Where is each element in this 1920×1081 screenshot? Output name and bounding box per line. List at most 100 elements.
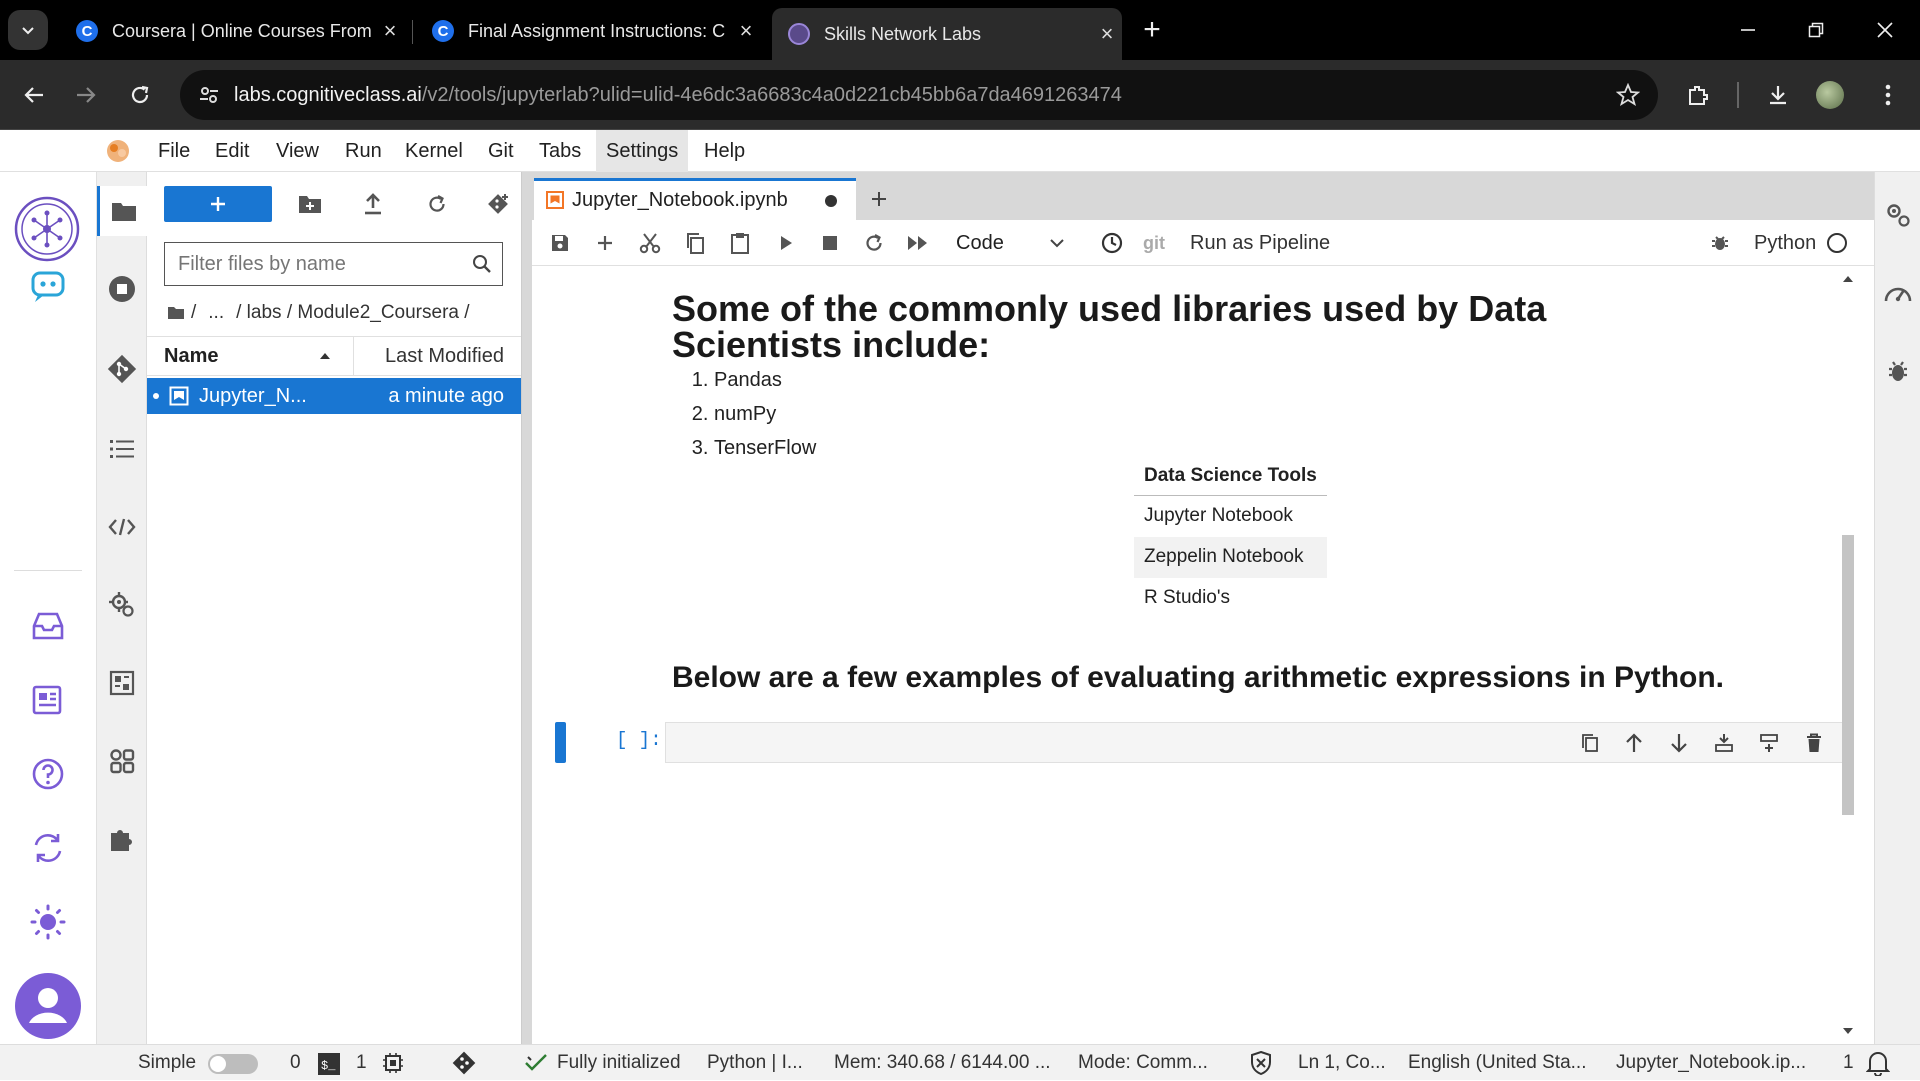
extension-manager-tab[interactable] — [97, 814, 147, 864]
cell-type-select[interactable]: Code — [944, 226, 1074, 260]
move-cell-down-button[interactable] — [1662, 727, 1696, 759]
new-tab-button[interactable]: + — [1132, 12, 1172, 48]
help-button[interactable] — [26, 752, 70, 796]
restore-window-button[interactable] — [1793, 10, 1839, 50]
kernel-count[interactable]: 1 — [356, 1045, 367, 1081]
close-tab-icon[interactable]: × — [375, 18, 405, 44]
notebook-tab[interactable]: Jupyter_Notebook.ipynb — [534, 178, 856, 220]
notification-count[interactable]: 1 — [1843, 1045, 1854, 1081]
notebook-scrollbar[interactable] — [1838, 267, 1858, 1044]
git-diff-button[interactable]: git — [1143, 228, 1165, 258]
notebook-content[interactable]: Some of the commonly used libraries used… — [532, 267, 1874, 1044]
site-info-icon[interactable] — [198, 84, 220, 106]
property-inspector-tab[interactable] — [97, 580, 147, 630]
scroll-up-arrow-icon[interactable] — [1842, 275, 1854, 283]
simple-mode-toggle[interactable] — [208, 1054, 258, 1074]
breadcrumb-root[interactable]: / — [191, 302, 196, 324]
profile-avatar[interactable] — [1812, 77, 1848, 113]
bookmark-star-icon[interactable] — [1616, 83, 1640, 107]
panel-splitter[interactable] — [522, 172, 532, 1044]
file-row[interactable]: Jupyter_N... a minute ago — [147, 378, 521, 414]
address-bar[interactable]: labs.cognitiveclass.ai/v2/tools/jupyterl… — [180, 70, 1658, 120]
filter-files-text[interactable] — [178, 252, 458, 276]
menu-tabs[interactable]: Tabs — [529, 130, 591, 172]
property-inspector-button[interactable] — [1875, 192, 1920, 238]
restart-kernel-button[interactable] — [856, 225, 892, 261]
elyra-pipeline-tab[interactable] — [97, 658, 147, 708]
tab-search-button[interactable] — [8, 10, 48, 50]
sync-button[interactable] — [26, 826, 70, 870]
file-browser-tab[interactable] — [97, 186, 147, 236]
run-cell-button[interactable] — [768, 225, 804, 261]
close-window-button[interactable] — [1862, 10, 1908, 50]
duplicate-cell-button[interactable] — [1573, 727, 1607, 759]
kernel-name[interactable]: Python — [1754, 226, 1816, 260]
cell-execution-time-button[interactable] — [1094, 225, 1130, 261]
display-language[interactable]: English (United Sta... — [1408, 1045, 1586, 1081]
bell-icon[interactable] — [1866, 1050, 1890, 1076]
menu-file[interactable]: File — [148, 130, 200, 172]
table-of-contents-tab[interactable] — [97, 424, 147, 474]
copy-button[interactable] — [677, 225, 713, 261]
new-launcher-button[interactable] — [164, 186, 272, 222]
breadcrumb-path[interactable]: / labs / Module2_Coursera / — [236, 302, 469, 324]
git-tab[interactable] — [97, 344, 147, 394]
upload-button[interactable] — [355, 186, 391, 222]
breadcrumb-ellipsis[interactable]: ... — [208, 302, 224, 324]
theme-toggle-button[interactable] — [26, 900, 70, 944]
menu-git[interactable]: Git — [478, 130, 524, 172]
skills-network-logo-button[interactable] — [14, 196, 80, 262]
scrollbar-thumb[interactable] — [1842, 535, 1854, 815]
debugger-panel-button[interactable] — [1875, 348, 1920, 394]
cursor-position[interactable]: Ln 1, Co... — [1298, 1045, 1386, 1081]
browser-tab-skills-network[interactable]: Skills Network Labs × — [772, 8, 1122, 60]
cut-button[interactable] — [632, 225, 668, 261]
menu-kernel[interactable]: Kernel — [395, 130, 473, 172]
filter-files-input[interactable] — [164, 242, 503, 286]
menu-settings[interactable]: Settings — [596, 130, 689, 172]
browser-menu-button[interactable] — [1868, 75, 1908, 115]
ai-assistant-button[interactable] — [26, 265, 70, 309]
browser-tab-final-assignment[interactable]: C Final Assignment Instructions: C × — [416, 8, 761, 54]
user-account-button[interactable] — [14, 972, 82, 1040]
resource-usage-button[interactable] — [1875, 270, 1920, 316]
running-sessions-tab[interactable] — [97, 264, 147, 314]
back-button[interactable] — [14, 75, 54, 115]
kernel-name-short[interactable]: Python | I... — [707, 1045, 803, 1081]
menu-run[interactable]: Run — [335, 130, 392, 172]
instructions-button[interactable] — [26, 678, 70, 722]
unsaved-dot-icon[interactable] — [825, 195, 837, 207]
column-header-name[interactable]: Name — [164, 337, 354, 375]
new-folder-button[interactable] — [292, 186, 328, 222]
run-as-pipeline-button[interactable]: Run as Pipeline — [1190, 226, 1330, 260]
menu-help[interactable]: Help — [694, 130, 755, 172]
folder-icon[interactable] — [167, 306, 185, 320]
extension-bundles-tab[interactable] — [97, 736, 147, 786]
minimize-window-button[interactable] — [1725, 10, 1771, 50]
forward-button[interactable] — [66, 75, 106, 115]
insert-cell-above-button[interactable] — [1707, 727, 1741, 759]
inbox-button[interactable] — [26, 604, 70, 648]
debugger-button[interactable] — [1702, 225, 1738, 261]
kernel-status-text[interactable]: Fully initialized — [557, 1045, 681, 1081]
close-tab-icon[interactable]: × — [731, 18, 761, 44]
restart-run-all-button[interactable] — [900, 225, 936, 261]
extensions-button[interactable] — [1678, 75, 1718, 115]
browser-tab-coursera[interactable]: C Coursera | Online Courses From × — [60, 8, 405, 54]
interrupt-kernel-button[interactable] — [812, 225, 848, 261]
scroll-down-arrow-icon[interactable] — [1842, 1027, 1854, 1035]
save-button[interactable] — [542, 225, 578, 261]
delete-cell-button[interactable] — [1797, 727, 1831, 759]
reload-button[interactable] — [120, 75, 160, 115]
close-tab-icon[interactable]: × — [1092, 21, 1122, 47]
git-branch-icon[interactable] — [452, 1051, 476, 1075]
refresh-files-button[interactable] — [419, 186, 455, 222]
insert-cell-button[interactable] — [587, 225, 623, 261]
code-cell-input[interactable] — [665, 722, 1845, 763]
menu-edit[interactable]: Edit — [205, 130, 259, 172]
code-snippets-tab[interactable] — [97, 502, 147, 552]
column-header-modified[interactable]: Last Modified — [385, 337, 504, 375]
paste-button[interactable] — [722, 225, 758, 261]
git-clone-button[interactable] — [481, 186, 517, 222]
menu-view[interactable]: View — [266, 130, 329, 172]
